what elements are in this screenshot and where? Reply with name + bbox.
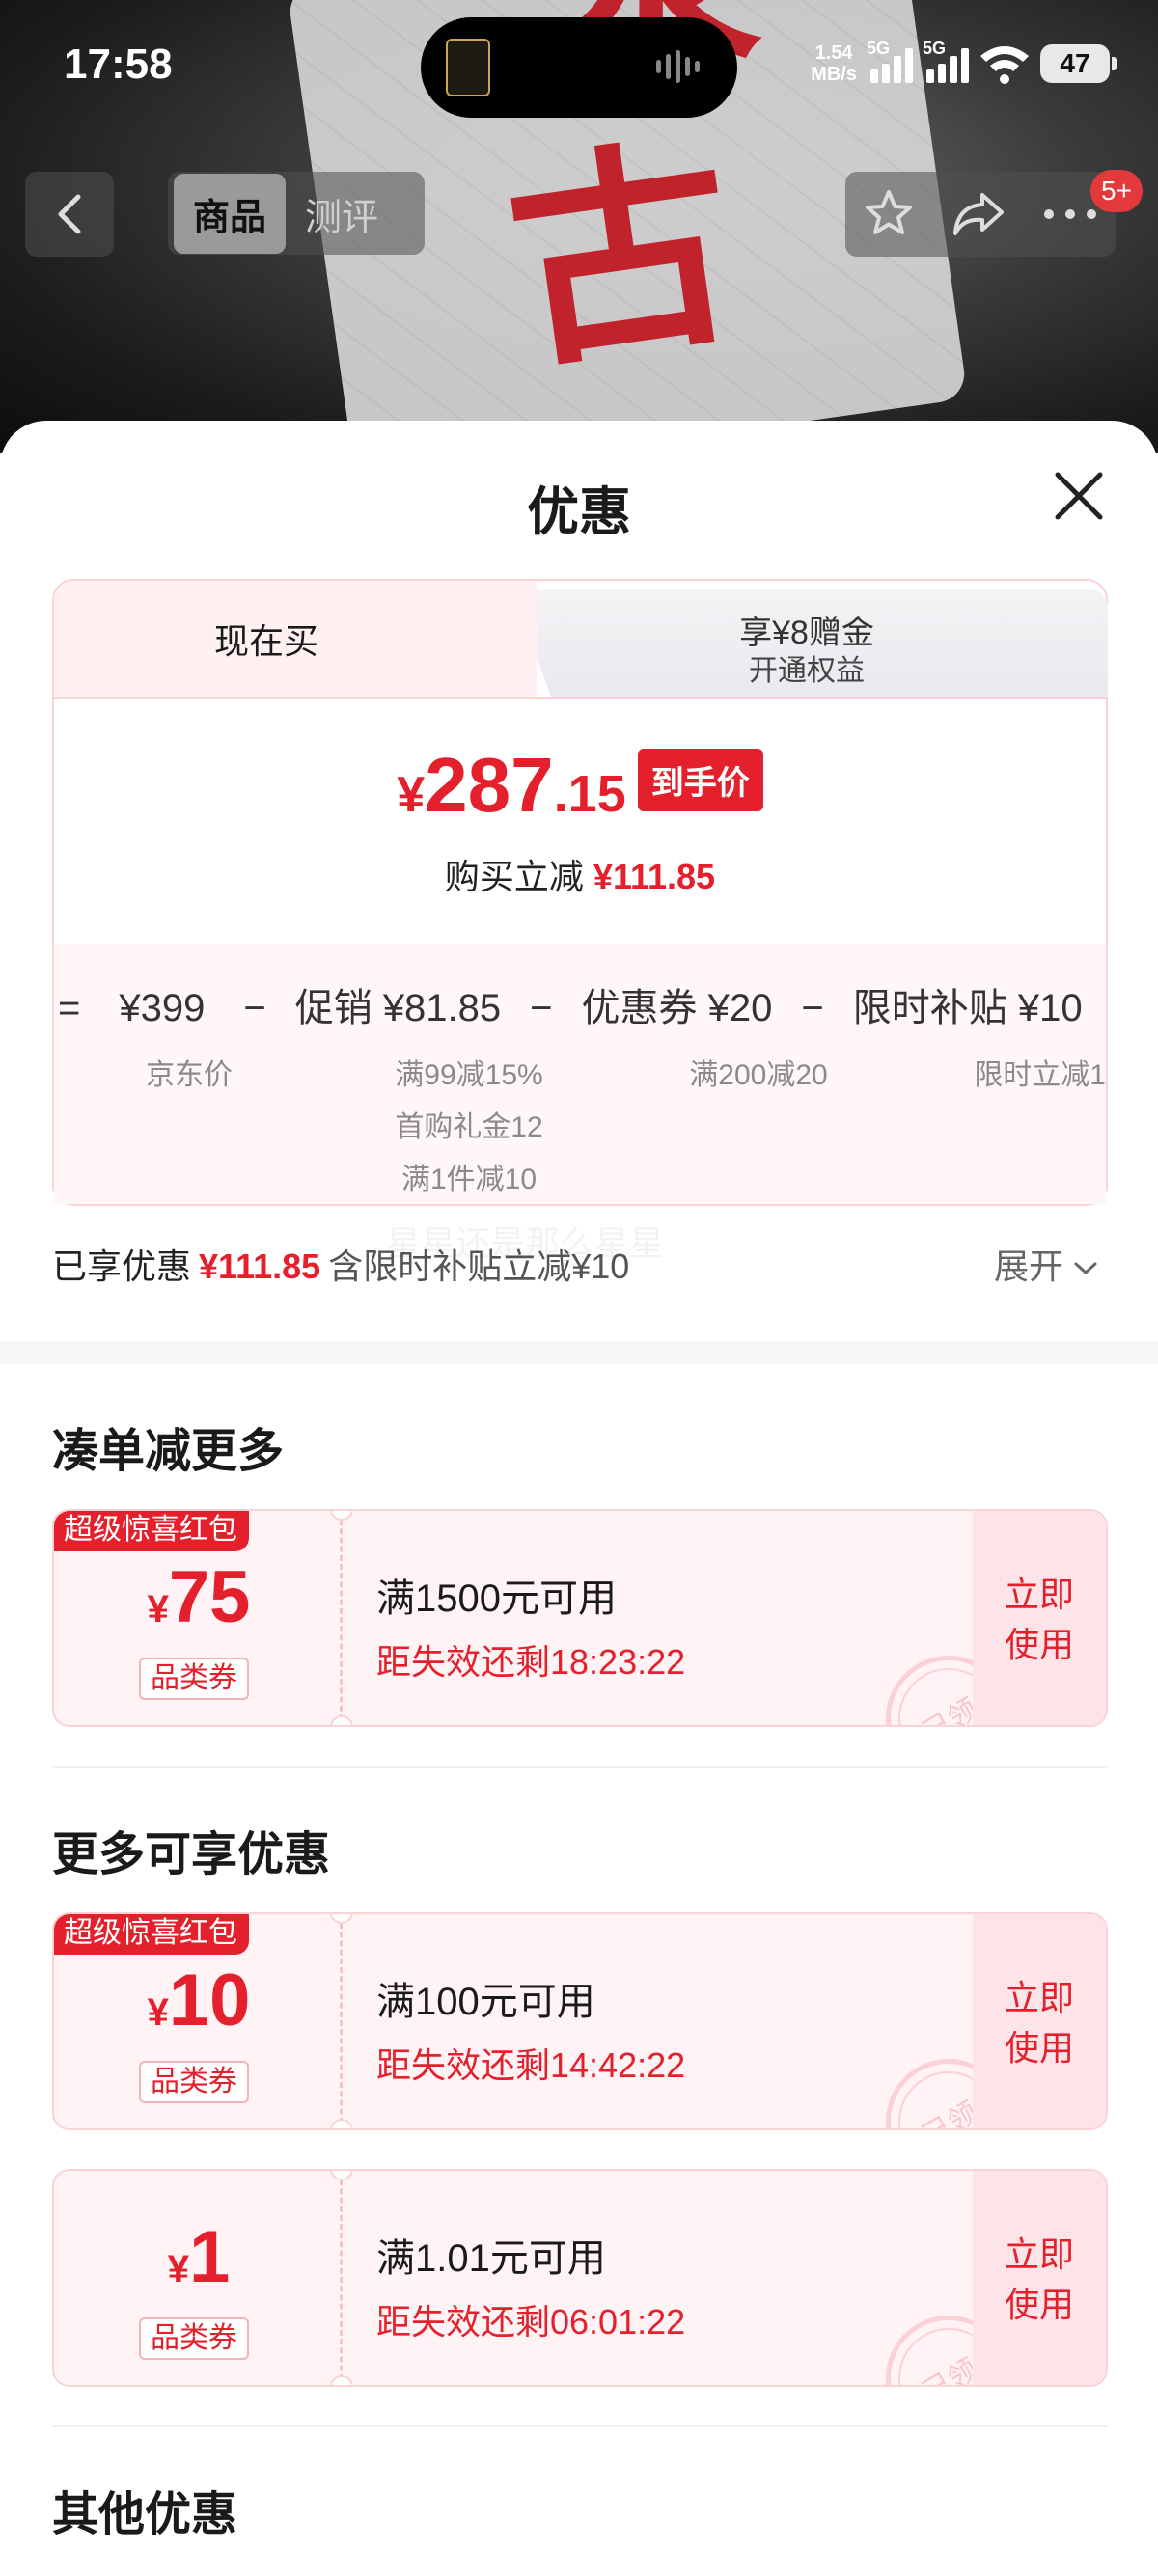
price-card-body: ¥287.15 到手价 购买立减 ¥111.85 = ¥399− 促销 ¥81.85− 优…	[54, 697, 1106, 1204]
audio-wave-icon	[656, 50, 710, 85]
expand-button[interactable]: 展开	[994, 1239, 1098, 1289]
back-button[interactable]	[25, 172, 114, 257]
coupon-divider	[340, 1511, 343, 1725]
tab-buy-now[interactable]: 现在买	[54, 581, 537, 697]
coupon-notch	[330, 1715, 353, 1725]
final-price: ¥287.15 到手价	[54, 741, 1106, 830]
divider	[52, 2425, 1108, 2427]
coupon-type: 品类券	[139, 2317, 249, 2360]
dynamic-island[interactable]	[421, 17, 737, 118]
tab-product[interactable]: 商品	[174, 173, 287, 254]
share-icon[interactable]	[950, 187, 1007, 241]
coupon-card: ¥10 品类券 超级惊喜红包 满100元可用 距失效还剩14:42:22 已领 …	[52, 1912, 1108, 2130]
coupon-card: ¥75 品类券 超级惊喜红包 满1500元可用 距失效还剩18:23:22 已领…	[52, 1509, 1108, 1727]
use-now-button[interactable]: 立即 使用	[973, 1914, 1106, 2128]
coupon-info: 满1500元可用 距失效还剩18:23:22	[376, 1567, 685, 1685]
signal-icon: 5G	[867, 39, 913, 83]
watermark: 星星还是那么星星	[386, 1223, 665, 1263]
coupon-condition: 满1500元可用	[376, 1577, 617, 1620]
media-thumbnail	[446, 39, 490, 96]
coupon-detail: 满200减20	[689, 1059, 828, 1091]
coupon-info: 满100元可用 距失效还剩14:42:22	[376, 1970, 685, 2088]
coupon-divider	[340, 1914, 343, 2128]
coupon-ribbon: 超级惊喜红包	[54, 1511, 249, 1551]
coupon-card: ¥1 品类券 满1.01元可用 距失效还剩06:01:22 已领 立即 使用	[52, 2169, 1108, 2387]
status-time: 17:58	[64, 41, 173, 88]
price-breakdown: = ¥399− 促销 ¥81.85− 优惠券 ¥20− 限时补贴 ¥10 京东价 满99…	[54, 944, 1106, 1204]
coupon-expiry: 距失效还剩14:42:22	[376, 2045, 686, 2085]
section-divider	[0, 1341, 1158, 1364]
chevron-left-icon	[58, 194, 81, 234]
message-count-badge: 5+	[1090, 170, 1143, 212]
top-actions	[845, 172, 1116, 257]
price-card: 享¥8赠金 开通权益 现在买 ¥287.15 到手价 购买立减 ¥111.85 = ¥…	[52, 579, 1108, 1206]
section-title-more: 更多可享优惠	[52, 1829, 331, 1880]
coupon-expiry: 距失效还剩06:01:22	[376, 2302, 686, 2342]
final-price-tag: 到手价	[637, 749, 763, 811]
jd-price-label: 京东价	[146, 1059, 233, 1091]
subsidy-detail: 限时立减10	[974, 1059, 1106, 1091]
product-image-text-main: 古	[494, 111, 751, 400]
coupon-divider	[340, 2171, 343, 2385]
coupon-notch	[330, 2375, 353, 2385]
coupon-type: 品类券	[139, 1658, 249, 1700]
coupon-condition: 满100元可用	[376, 1981, 595, 2023]
coupon-info: 满1.01元可用 距失效还剩06:01:22	[376, 2227, 685, 2344]
coupon-value: ¥1 品类券	[54, 2171, 344, 2385]
coupon-notch	[330, 2119, 353, 2128]
battery-icon: 47	[1040, 44, 1117, 83]
coupon-ribbon: 超级惊喜红包	[54, 1914, 249, 1955]
coupon-type: 品类券	[139, 2061, 249, 2103]
price-breakdown-row: = ¥399− 促销 ¥81.85− 优惠券 ¥20− 限时补贴 ¥10	[58, 987, 1083, 1029]
more-icon[interactable]	[1041, 205, 1099, 224]
net-speed: 1.54 MB/s	[811, 42, 857, 85]
close-icon[interactable]	[1052, 469, 1106, 523]
section-title-bundle: 凑单减更多	[52, 1426, 285, 1477]
coupon-condition: 满1.01元可用	[376, 2237, 606, 2280]
tab-review[interactable]: 测评	[286, 174, 398, 254]
tab-membership-subtitle: 开通权益	[749, 655, 865, 687]
coupon-expiry: 距失效还剩18:23:22	[376, 1642, 686, 1682]
purchase-reduction: 购买立减 ¥111.85	[444, 857, 716, 896]
section-title-other: 其他优惠	[52, 2489, 238, 2540]
promo-details: 满99减15% 首购礼金12 满1件减10	[395, 1059, 543, 1195]
chevron-down-icon	[1074, 1262, 1097, 1275]
divider	[52, 1766, 1108, 1768]
wifi-icon	[980, 46, 1029, 84]
use-now-button[interactable]: 立即 使用	[973, 1511, 1106, 1725]
top-tabs: 商品 测评	[168, 172, 425, 255]
sheet-title: 优惠	[527, 483, 631, 541]
status-bar: 17:58 1.54 MB/s 5G 5G 47	[0, 0, 1158, 135]
use-now-button[interactable]: 立即 使用	[973, 2171, 1106, 2385]
signal-icon: 5G	[923, 39, 969, 83]
star-favorite-icon[interactable]	[862, 187, 916, 241]
system-icons: 1.54 MB/s 5G 5G 47	[811, 35, 1117, 93]
